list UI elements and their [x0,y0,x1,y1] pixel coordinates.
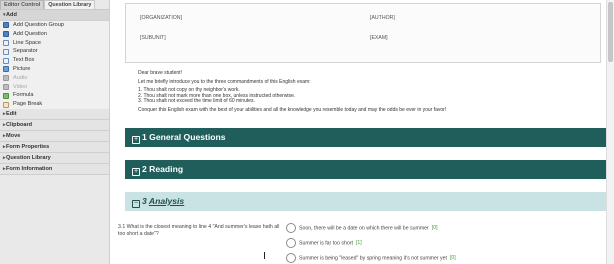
form-editor: [ORGANIZATION] [AUTHOR] [SUBUNIT] [EXAM]… [111,0,606,264]
app-window: Editor Control Question Library ▾Add Add… [0,0,614,264]
answer-option-text: Summer is far too short [299,240,353,247]
sidebar-item-label: Separator [13,48,38,55]
sidebar-item-label: Formula [13,92,34,99]
tab-question-library[interactable]: Question Library [44,0,96,9]
question-icon [3,31,9,38]
sidebar-item-label: Page Break [13,101,43,108]
intro-greeting: Dear brave student! [138,70,182,76]
sidebar-item-video: Video [0,82,109,92]
sidebar-item-separator[interactable]: Separator [0,47,109,57]
group-number: 3 [142,196,147,206]
answer-option-text: Summer is being "leased" by spring meani… [299,255,447,262]
intro-closing: Conquer this English exam with the best … [138,107,447,114]
text-cursor-icon [264,252,265,259]
picture-icon [3,66,9,73]
answer-option-text: Soon, there will be a date on which ther… [299,225,429,232]
sidebar-item-picture[interactable]: Picture [0,64,109,74]
audio-icon [3,75,9,82]
section-clipboard[interactable]: ▸Clipboard [0,119,109,131]
sidebar-tabs: Editor Control Question Library [0,0,109,10]
sidebar: Editor Control Question Library ▾Add Add… [0,0,110,264]
section-form-information[interactable]: ▸Form Information [0,163,109,175]
section-label: Form Information [6,165,53,172]
sidebar-item-label: Picture [13,65,31,72]
section-form-properties[interactable]: ▸Form Properties [0,141,109,153]
section-label: Form Properties [6,143,50,150]
sidebar-item-label: Add Question Group [13,22,64,28]
sidebar-item-text-box[interactable]: Text Box [0,56,109,65]
expand-icon[interactable]: + [132,136,140,144]
sidebar-item-line-space[interactable]: Line Space [0,38,109,48]
answer-score: [1] [355,240,362,247]
section-add[interactable]: ▾Add [0,10,109,21]
page-break-icon [3,101,9,108]
group-title: 2 Reading [142,164,184,174]
sidebar-item-formula[interactable]: Formula [0,91,109,101]
answer-option[interactable]: Summer is far too short [1] [286,238,362,248]
intro-lead: Let me briefly introduce you to the thre… [138,78,311,85]
radio-button[interactable] [286,223,296,233]
author-field[interactable]: [AUTHOR] [370,15,395,21]
sidebar-item-label: Add Question [13,30,47,37]
sidebar-item-page-break[interactable]: Page Break [0,100,109,109]
sidebar-item-label: Line Space [13,39,41,46]
section-label: Question Library [6,154,51,161]
answer-score: [0] [449,255,456,262]
section-label: Move [6,132,21,139]
group-icon [3,22,9,29]
question-group-reading[interactable]: +2 Reading [125,160,606,179]
group-title: 1 General Questions [142,132,226,142]
section-label: Clipboard [6,121,33,128]
group-title: Analysis [148,196,185,206]
sidebar-item-audio: Audio [0,73,109,83]
sidebar-item-add-question[interactable]: Add Question [0,29,109,39]
sidebar-item-add-question-group[interactable]: Add Question Group [0,21,109,30]
formula-icon [3,92,9,99]
section-label: Edit [6,110,17,117]
organization-field[interactable]: [ORGANIZATION] [140,15,182,21]
radio-button[interactable] [286,253,296,263]
intro-rule-3: 3. Thou shalt not exceed the time limit … [138,98,255,104]
question-text: 3.1 What is the closest meaning to line … [118,224,280,237]
collapse-icon[interactable]: − [132,200,140,208]
answer-option[interactable]: Soon, there will be a date on which ther… [286,223,438,233]
sidebar-item-label: Video [13,83,28,90]
expand-icon[interactable]: + [132,168,140,176]
separator-icon [3,48,9,55]
vertical-scrollbar[interactable] [606,0,614,264]
text-box-icon [3,57,9,64]
video-icon [3,83,9,90]
exam-field[interactable]: [EXAM] [370,35,388,41]
sidebar-item-label: Audio [13,74,28,81]
scrollbar-thumb[interactable] [608,2,613,62]
answer-score: [0] [431,225,438,232]
answer-option[interactable]: Summer is being "leased" by spring meani… [286,253,456,263]
intro-text-box[interactable]: Dear brave student! Let me briefly intro… [138,70,598,114]
form-header-fields: [ORGANIZATION] [AUTHOR] [SUBUNIT] [EXAM] [125,3,601,63]
section-move[interactable]: ▸Move [0,130,109,142]
section-edit[interactable]: ▸Edit [0,108,109,120]
question-group-general[interactable]: +1 General Questions [125,128,606,147]
section-question-library[interactable]: ▸Question Library [0,152,109,164]
subunit-field[interactable]: [SUBUNIT] [140,35,166,41]
question-group-analysis[interactable]: −3 Analysis [125,192,606,211]
section-add-label: Add [6,12,17,18]
radio-button[interactable] [286,238,296,248]
sidebar-item-label: Text Box [13,57,35,64]
tab-editor-control[interactable]: Editor Control [0,0,45,9]
line-space-icon [3,39,9,46]
